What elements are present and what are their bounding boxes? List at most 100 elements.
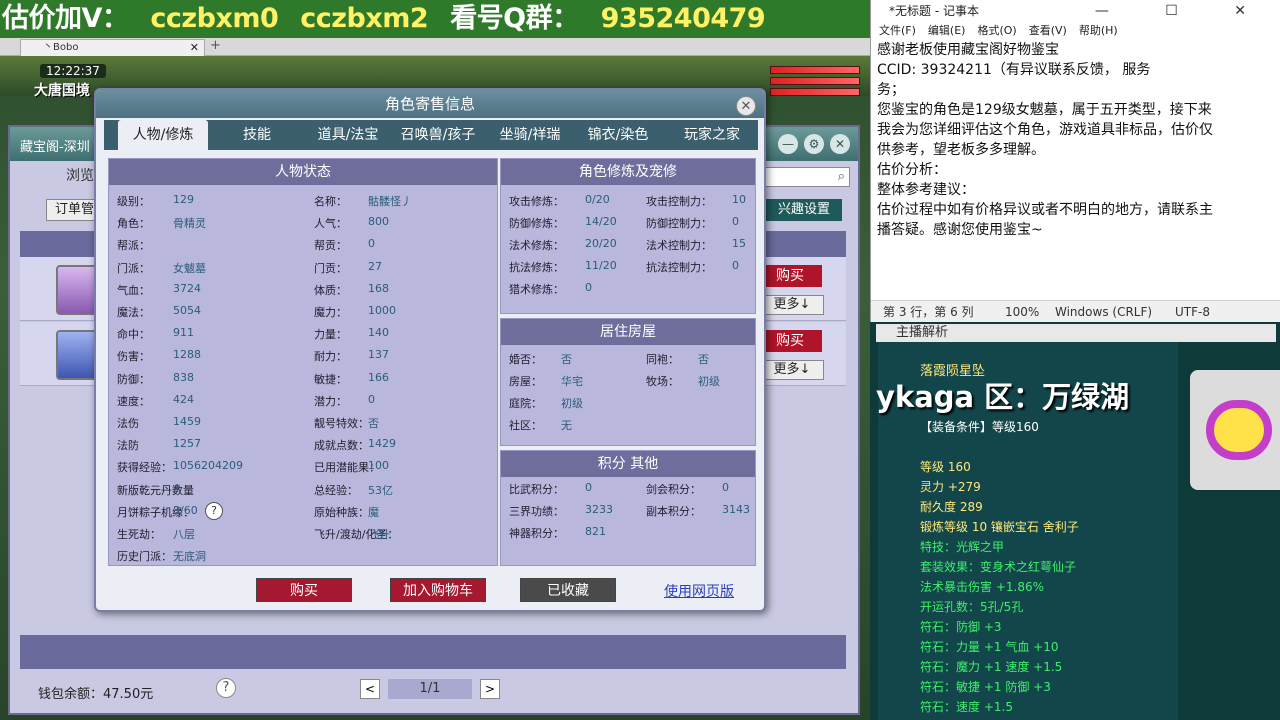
field-label: 三界功绩： (509, 505, 564, 518)
field-row: 同袍： 否 (646, 351, 709, 367)
field-row: 历史门派： 无底洞 (117, 548, 206, 564)
field-row: 法伤 1459 (117, 415, 201, 431)
interest-settings-button[interactable]: 兴趣设置 (766, 199, 842, 221)
more-button[interactable]: 更多↓ (760, 295, 824, 315)
minimize-icon[interactable]: — (778, 134, 798, 154)
field-value: 1288 (173, 348, 201, 362)
field-row: 法防 1257 (117, 437, 201, 453)
game-area: 估价加V： cczbxm0 cczbxm2 看号Q群： 935240479 丶Bobo … (0, 0, 870, 720)
field-label: 攻击控制力： (646, 195, 712, 208)
close-icon[interactable]: ✕ (736, 96, 756, 116)
field-value: 10 (732, 193, 746, 206)
next-page-button[interactable]: > (480, 678, 500, 699)
field-label: 命中： (117, 328, 150, 342)
panel-header: 居住房屋 (501, 319, 755, 345)
field-value: 14/20 (585, 215, 617, 228)
help-icon[interactable]: ? (216, 678, 236, 698)
field-row: 魔法： 5054 (117, 304, 201, 320)
field-row: 抗法修炼： 11/20 (509, 259, 617, 275)
panel-header: 积分 其他 (501, 451, 755, 477)
field-row: 魔力： 1000 (314, 304, 396, 320)
item-stat-line: 符石：防御 +3 (920, 620, 1002, 634)
notepad-statusbar: 第 3 行，第 6 列 100% Windows (CRLF) UTF-8 (871, 300, 1280, 322)
game-clock: 12:22:37 (40, 64, 106, 78)
points-panel: 积分 其他 比武积分： 0 三界功绩： 3233 神器积分： 821 剑会积分： 0 副本积分… (500, 450, 756, 566)
field-value: 八层 (173, 528, 195, 541)
field-value: 140 (368, 326, 389, 340)
menu-format[interactable]: 格式(O) (977, 24, 1016, 37)
tab-items[interactable]: 道具/法宝 (302, 120, 394, 150)
tab-mounts[interactable]: 坐骑/祥瑞 (484, 120, 576, 150)
field-row: 防御控制力： 0 (646, 215, 739, 231)
list-footer (20, 635, 846, 669)
field-row: 耐力： 137 (314, 348, 389, 364)
buy-button[interactable]: 购买 (758, 265, 822, 287)
cursor-position: 第 3 行，第 6 列 (883, 305, 974, 319)
tab-character[interactable]: 人物/修炼 (118, 120, 208, 150)
close-icon[interactable]: ✕ (190, 40, 199, 56)
search-icon[interactable]: ⌕ (838, 169, 845, 184)
field-value: 女魃墓 (173, 261, 206, 275)
field-label: 门贡： (314, 261, 347, 275)
browser-tab[interactable]: 丶Bobo ✕ (20, 39, 205, 56)
field-label: 级别： (117, 195, 150, 208)
cultivation-panel: 角色修炼及宠修 攻击修炼： 0/20 防御修炼： 14/20 法术修炼： 20/20 抗法修… (500, 158, 756, 314)
field-row: 攻击控制力： 10 (646, 193, 746, 209)
add-to-cart-button[interactable]: 加入购物车 (390, 578, 486, 602)
buy-button[interactable]: 购买 (758, 330, 822, 352)
field-label: 历史门派： (117, 550, 172, 564)
field-row: 猎术修炼： 0 (509, 281, 592, 297)
browse-tab[interactable]: 浏览 (66, 165, 94, 185)
tab-outfits[interactable]: 锦衣/染色 (572, 120, 664, 150)
buy-button[interactable]: 购买 (256, 578, 352, 602)
close-icon[interactable]: ✕ (830, 134, 850, 154)
notepad-text-area[interactable]: 感谢老板使用藏宝阁好物鉴宝 CCID: 39324211（有异议联系反馈， 服务务… (877, 40, 1277, 240)
text-line: 估价分析： (877, 162, 947, 178)
window-controls[interactable]: — ☐ ✕ (1095, 0, 1272, 22)
tab-pets[interactable]: 召唤兽/孩子 (392, 120, 484, 150)
equip-condition: 【装备条件】等级160 (920, 420, 1039, 434)
field-label: 敏捷： (314, 372, 347, 386)
field-label: 新版乾元丹数量 (117, 483, 194, 497)
menu-help[interactable]: 帮助(H) (1079, 24, 1118, 37)
field-value: 否 (698, 353, 709, 366)
banner-part: 935240479 (600, 3, 766, 34)
field-label: 生死劫： (117, 528, 161, 541)
field-value: 0 (368, 392, 375, 406)
text-line: 务； (877, 82, 905, 98)
role-info-dialog: 角色寄售信息 ✕ 人物/修炼 技能 道具/法宝 召唤兽/孩子 坐骑/祥瑞 锦衣/… (94, 88, 766, 612)
page-indicator: 1/1 (388, 678, 472, 699)
text-line: 估价过程中如有价格异议或者不明白的地方，请联系主 (877, 202, 1213, 218)
field-value: 3724 (173, 281, 201, 295)
field-row: 法术控制力： 15 (646, 237, 746, 253)
gear-icon[interactable]: ⚙ (804, 134, 824, 154)
field-row: 庭院： 初级 (509, 395, 583, 411)
tab-home[interactable]: 玩家之家 (666, 120, 758, 150)
field-value: 821 (585, 525, 606, 538)
collected-button[interactable]: 已收藏 (520, 578, 616, 602)
menu-view[interactable]: 查看(V) (1029, 24, 1067, 37)
new-tab-icon[interactable]: + (210, 38, 221, 53)
more-button[interactable]: 更多↓ (760, 360, 824, 380)
line-ending: Windows (CRLF) (1055, 305, 1153, 319)
field-row: 原始种族：魔 (314, 504, 379, 520)
help-icon[interactable]: ? (205, 501, 223, 520)
field-label: 体质： (314, 283, 347, 297)
prev-page-button[interactable]: < (360, 678, 380, 699)
field-value: 初级 (698, 375, 720, 388)
live-analysis-label: 主播解析 (876, 324, 1276, 342)
field-value: 1257 (173, 437, 201, 451)
field-label: 人气： (314, 217, 347, 231)
menu-file[interactable]: 文件(F) (879, 24, 916, 37)
text-line: 您鉴宝的角色是129级女魃墓，属于五开类型，接下来 (877, 102, 1212, 118)
field-value: 骨精灵 (173, 217, 206, 231)
web-version-link[interactable]: 使用网页版 (664, 581, 734, 601)
field-row: 人气： 800 (314, 215, 389, 231)
menu-edit[interactable]: 编辑(E) (928, 24, 966, 37)
field-row: 敏捷： 166 (314, 371, 389, 387)
field-value: 无底洞 (173, 550, 206, 564)
field-label: 名称： (314, 195, 347, 208)
field-label: 成就点数： (314, 439, 369, 453)
tab-skills[interactable]: 技能 (222, 120, 292, 150)
field-value: 166 (368, 370, 389, 384)
